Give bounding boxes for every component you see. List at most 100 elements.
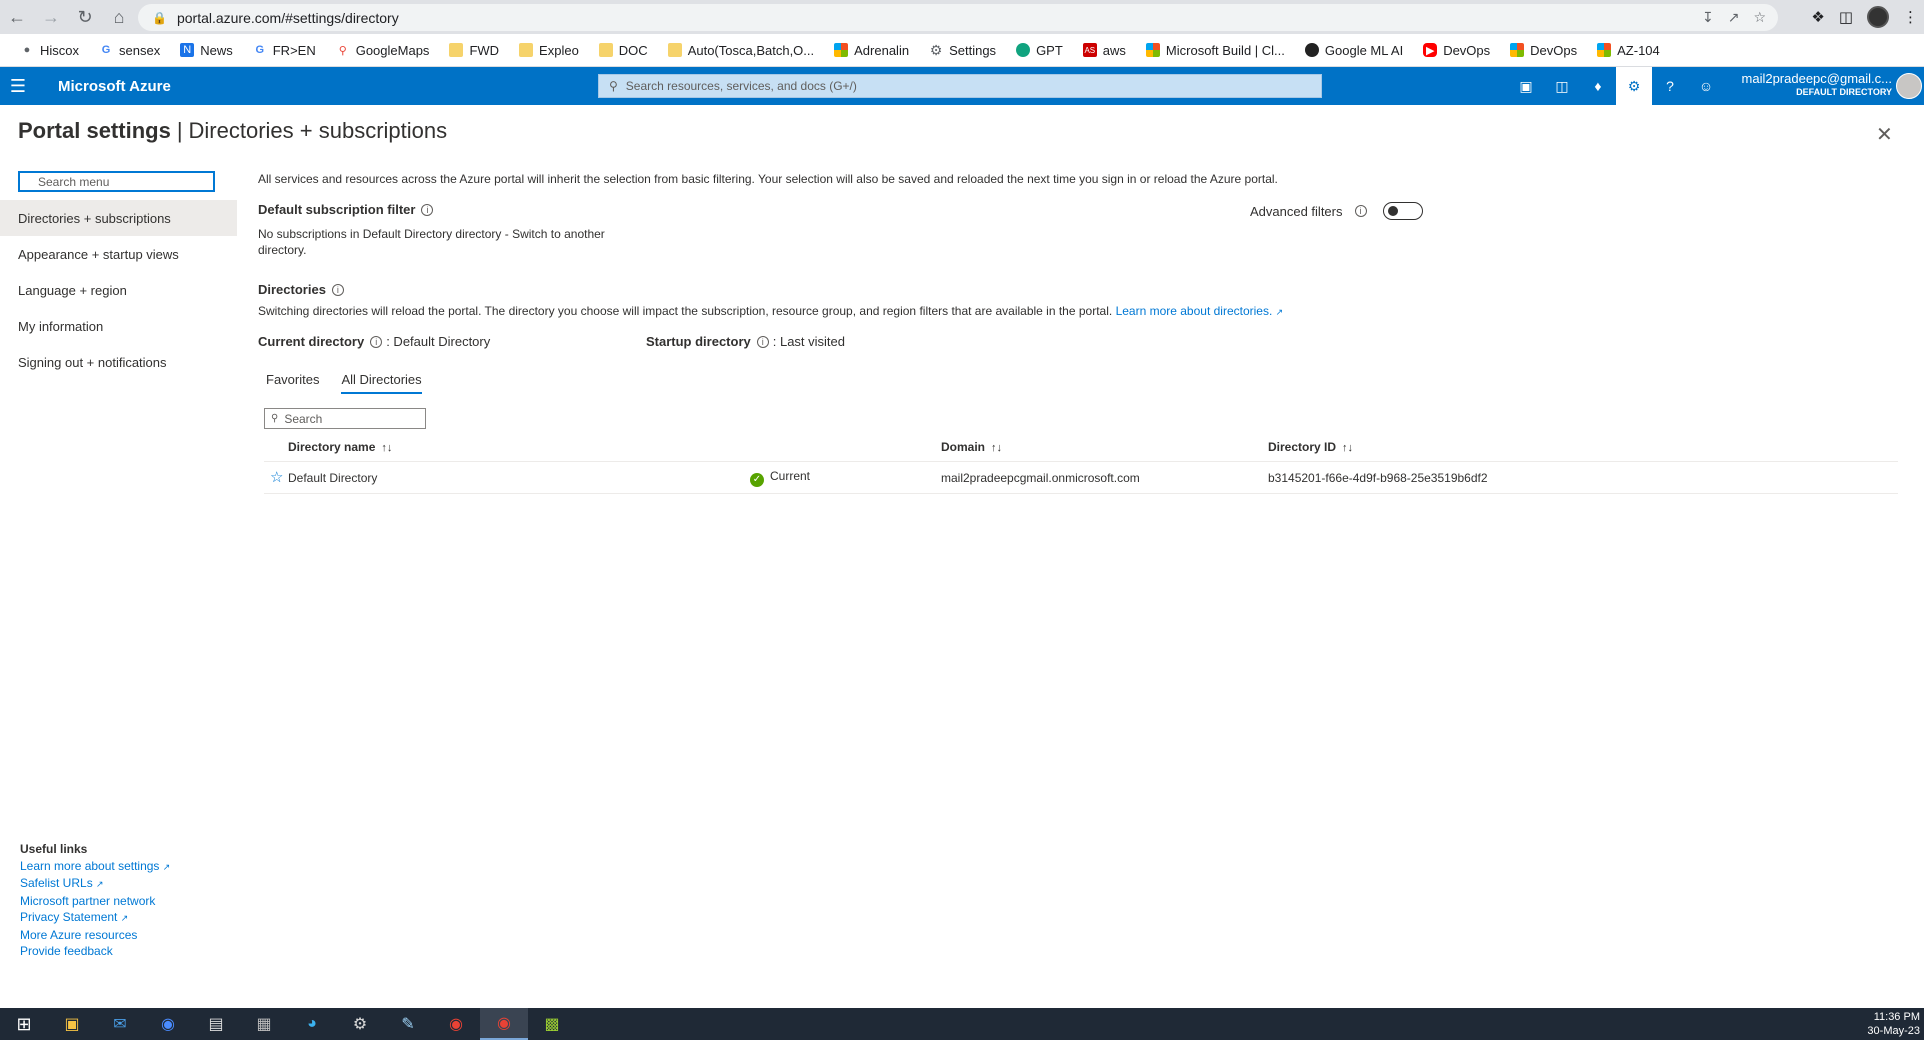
forward-icon[interactable]: → [34,0,68,34]
folder-icon [667,43,682,57]
document-icon[interactable]: ▤ [192,1008,240,1040]
back-icon[interactable]: ← [0,0,34,34]
file-explorer-icon[interactable]: ▣ [48,1008,96,1040]
lock-icon: 🔒 [152,10,167,25]
menu-item-signing-out[interactable]: Signing out + notifications [0,344,237,380]
bookmark-label: GPT [1036,42,1063,58]
column-domain[interactable]: Domain ↑↓ [941,440,1002,454]
reload-icon[interactable]: ↻ [68,0,102,34]
bookmark-item[interactable]: GPT [1006,43,1073,58]
chrome-profile-icon[interactable]: ◉ [480,1008,528,1040]
directory-filter-icon[interactable]: ◫ [1544,67,1580,105]
calculator-icon[interactable]: ▦ [240,1008,288,1040]
startup-directory: Startup directory i : Last visited [646,334,845,349]
settings-gear-icon[interactable]: ⚙ [1616,67,1652,105]
link-more-azure-resources[interactable]: More Azure resources [20,927,170,943]
menu-item-language-region[interactable]: Language + region [0,272,237,308]
menu-item-appearance[interactable]: Appearance + startup views [0,236,237,272]
azure-brand[interactable]: Microsoft Azure [58,78,171,95]
bookmark-item[interactable]: Microsoft Build | Cl... [1136,43,1295,58]
menu-item-my-information[interactable]: My information [0,308,237,344]
notifications-bell-icon[interactable]: ♦ [1580,67,1616,105]
bookmark-item[interactable]: Auto(Tosca,Batch,O... [658,43,824,58]
bookmark-item[interactable]: Google ML AI [1295,43,1413,58]
bookmark-item[interactable]: N News [170,43,243,58]
share-icon[interactable]: ↗ [1728,9,1740,26]
bookmark-item[interactable]: ⚲ GoogleMaps [326,43,440,58]
info-icon[interactable]: i [1354,205,1367,217]
link-text: Privacy Statement [20,910,118,925]
intro-text: All services and resources across the Az… [258,172,1278,186]
bookmark-item[interactable]: Gsensex [89,43,170,58]
bookmark-item[interactable]: FWD [439,43,509,58]
bookmark-item[interactable]: AS aws [1073,43,1136,58]
home-icon[interactable]: ⌂ [102,0,136,34]
chrome-icon[interactable]: ◉ [432,1008,480,1040]
bookmark-star-icon[interactable]: ☆ [1753,9,1766,26]
spreadsheet-icon[interactable]: ▩ [528,1008,576,1040]
info-icon[interactable]: i [756,335,769,348]
mail-icon[interactable]: ✉ [96,1008,144,1040]
edge-icon[interactable]: ◕ [288,1008,336,1040]
bookmark-label: Hiscox [40,42,80,58]
install-icon[interactable]: ↧ [1702,9,1714,26]
link-partner-network[interactable]: Microsoft partner network [20,893,170,909]
column-directory-id[interactable]: Directory ID ↑↓ [1268,440,1353,454]
directory-search-input[interactable]: ⚲ Search [264,408,426,429]
account-menu[interactable]: mail2pradeepc@gmail.c... DEFAULT DIRECTO… [1742,71,1892,97]
link-learn-more-settings[interactable]: Learn more about settings ↗ [20,858,170,875]
bookmark-item[interactable]: ● Hiscox [10,43,89,58]
global-search-input[interactable]: ⚲ Search resources, services, and docs (… [598,74,1322,98]
folder-icon [449,43,464,57]
avatar[interactable] [1896,73,1922,99]
info-icon[interactable]: i [370,335,383,348]
menu-item-directories-subscriptions[interactable]: Directories + subscriptions [0,200,237,236]
learn-more-directories-link[interactable]: Learn more about directories. ↗ [1116,304,1284,318]
bookmark-item[interactable]: AZ-104 [1587,43,1670,58]
info-icon[interactable]: i [421,204,434,216]
extensions-icon[interactable]: ❖ [1811,8,1824,26]
link-provide-feedback[interactable]: Provide feedback [20,943,170,959]
zoom-icon[interactable]: ◉ [144,1008,192,1040]
profile-avatar[interactable] [1867,6,1889,28]
sort-icon[interactable]: ↑↓ [381,442,392,454]
hamburger-icon[interactable]: ☰ [0,67,36,105]
tab-all-directories[interactable]: All Directories [341,372,422,394]
notepad-icon[interactable]: ✎ [384,1008,432,1040]
favorite-star-icon[interactable]: ☆ [270,468,283,486]
bookmark-item[interactable]: G FR>EN [243,43,326,58]
link-text: Learn more about directories. [1115,304,1273,318]
sort-icon[interactable]: ↑↓ [991,442,1002,454]
app-icon[interactable]: ⚙ [336,1008,384,1040]
browser-menu-icon[interactable]: ⋮ [1903,8,1918,26]
column-directory-name[interactable]: Directory name ↑↓ [288,440,392,454]
bookmark-item[interactable]: DevOps [1500,43,1587,58]
settings-menu: Directories + subscriptions Appearance +… [0,200,237,380]
table-row[interactable]: ☆ Default Directory ✓ Current mail2pradee… [264,462,1898,494]
search-menu-input[interactable]: Search menu [18,171,215,192]
advanced-filters-toggle[interactable] [1382,202,1423,220]
microsoft-icon [834,43,849,57]
info-icon[interactable]: i [331,284,344,296]
directory-id-cell: b3145201-f66e-4d9f-b968-25e3519b6df2 [1268,471,1488,485]
link-safelist-urls[interactable]: Safelist URLs ↗ [20,875,170,892]
microsoft-icon [1597,43,1612,57]
feedback-icon[interactable]: ☺ [1688,67,1724,105]
bookmark-item[interactable]: Adrenalin [824,43,919,58]
link-privacy-statement[interactable]: Privacy Statement ↗ [20,909,170,926]
bookmark-item[interactable]: DOC [589,43,658,58]
system-clock[interactable]: 11:36 PM 30-May-23 [1867,1010,1920,1038]
sort-icon[interactable]: ↑↓ [1342,442,1353,454]
tab-favorites[interactable]: Favorites [266,372,319,394]
directories-description: Switching directories will reload the po… [258,304,1113,318]
sidepanel-icon[interactable]: ◫ [1839,8,1853,26]
help-icon[interactable]: ? [1652,67,1688,105]
address-bar[interactable]: 🔒 portal.azure.com/#settings/directory ↧… [138,4,1778,31]
close-icon[interactable]: ✕ [1876,122,1893,147]
default-filter-text: No subscriptions in Default Directory di… [258,227,605,257]
cloud-shell-icon[interactable]: ▣ [1508,67,1544,105]
bookmark-item[interactable]: Expleo [509,43,589,58]
bookmark-item[interactable]: ⚙ Settings [919,42,1006,58]
bookmark-item[interactable]: ▶ DevOps [1413,43,1500,58]
windows-start-icon[interactable]: ⊞ [0,1008,48,1040]
